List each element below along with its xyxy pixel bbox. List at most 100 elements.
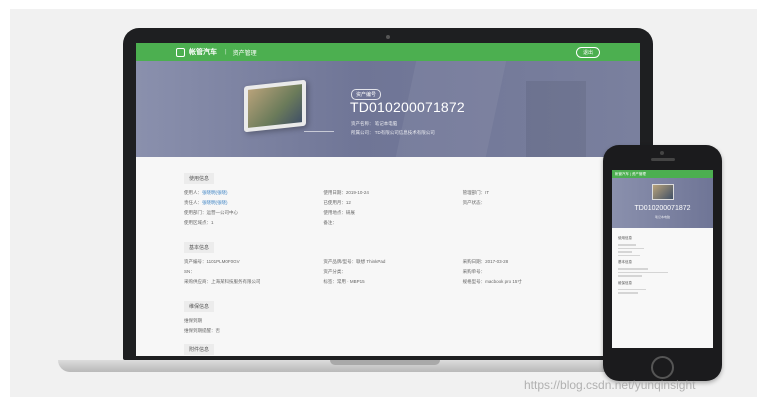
field-cell: 标签：常用 · MBP15 [323, 279, 454, 285]
field-value: macbook pro 15寸 [485, 279, 522, 284]
field-label: 使用地点： [323, 210, 346, 215]
basic-fields-grid: 资产编号：1101PLM0F0GV 资产品牌/型号：联想 ThinkPad 采购日期… [184, 259, 594, 285]
field-label: 使用部门： [184, 210, 207, 215]
watermark-url: https://blog.csdn.net/yunqinsight [524, 378, 696, 392]
field-label: 资产编号： [184, 259, 207, 264]
field-cell: 管理部门：IT [463, 190, 594, 196]
phone-content: 使用信息 基本信息 维保信息 [612, 228, 713, 300]
phone-text-line [618, 292, 638, 294]
field-cell: 备注： [323, 220, 454, 226]
brand-name: 帐管汽车 [189, 49, 217, 56]
field-cell: 资产品牌/型号：联想 ThinkPad [323, 259, 454, 265]
phone-speaker [651, 158, 675, 161]
nav-title[interactable]: 资产管理 [233, 48, 257, 57]
field-label: 规格型号： [462, 279, 486, 284]
maintenance-row: 维保到期提醒：否 [184, 328, 220, 333]
asset-detail-content: 使用信息 使用人：张晓明(张晓) 使用日期：2019-10-24 管理部门：IT 责任… [184, 167, 594, 356]
field-label: 使用日期： [323, 190, 346, 195]
field-cell: 采购日期：2017-03-28 [463, 259, 594, 265]
phone-section-title: 使用信息 [618, 236, 632, 240]
phone-text-line [618, 254, 640, 256]
phone-text-line [618, 288, 646, 290]
field-value: 运营一公司中心 [206, 210, 239, 215]
phone-app-header: 帐管汽车 | 资产管理 [612, 170, 713, 178]
field-value: 常用 · MBP15 [336, 279, 365, 284]
field-label: 使用区域点： [184, 220, 211, 225]
phone-home-button[interactable] [651, 356, 674, 379]
field-label: 已使用月： [323, 200, 346, 205]
laptop-screen: 帐管汽车 | 资产管理 退出 资产编号 TD010200071872 资产名称：… [136, 43, 640, 356]
laptop-camera [386, 35, 390, 39]
field-cell: 采购单号： [463, 269, 594, 275]
section-title: 基本信息 [184, 242, 215, 253]
field-cell: 责任人：张晓明(张晓) [184, 200, 315, 206]
field-cell: SN： [184, 269, 315, 275]
field-value: 12 [345, 200, 351, 205]
logout-button[interactable]: 退出 [575, 46, 600, 58]
phone-text-line [618, 268, 648, 270]
field-label: 资产分类： [323, 269, 346, 274]
logo-icon [176, 47, 185, 57]
field-cell: 采购供应商：上海某科技服务有限公司 [184, 279, 315, 285]
asset-company-meta: 所属公司： TD有限公司信息技术有限公司 [351, 130, 435, 135]
field-label: 资产状态： [462, 200, 486, 205]
phone-asset-id: TD010200071872 [634, 205, 691, 212]
phone-text-line [618, 271, 668, 273]
field-label: 责任人： [184, 200, 202, 205]
field-value: 2019-10-24 [345, 190, 369, 195]
asset-id-title: TD010200071872 [350, 99, 465, 115]
field-value[interactable]: 张晓明(张晓) [202, 200, 228, 205]
phone-section-title: 维保信息 [618, 280, 632, 285]
section-title: 维保信息 [184, 301, 215, 312]
section-basic: 基本信息 资产编号：1101PLM0F0GV 资产品牌/型号：联想 ThinkPa… [184, 236, 594, 285]
field-cell: 已使用月：12 [323, 200, 454, 206]
phone-text-line [618, 247, 644, 249]
field-value: IT [485, 190, 490, 195]
phone-screen: 帐管汽车 | 资产管理 TD010200071872 笔记本电脑 使用信息 基本… [612, 170, 713, 348]
phone-mockup: 帐管汽车 | 资产管理 TD010200071872 笔记本电脑 使用信息 基本… [603, 145, 722, 381]
field-label: 采购供应商： [184, 279, 211, 284]
section-usage: 使用信息 使用人：张晓明(张晓) 使用日期：2019-10-24 管理部门：IT 责任… [184, 167, 594, 226]
field-cell [463, 210, 594, 216]
hero-background-shape [526, 81, 586, 157]
app-header: 帐管汽车 | 资产管理 退出 [136, 43, 640, 61]
phone-asset-meta: 笔记本电脑 [654, 215, 670, 219]
field-label: 资产品牌/型号： [323, 259, 357, 264]
field-label: 采购日期： [462, 259, 486, 264]
hero-divider [304, 131, 334, 132]
usage-fields-grid: 使用人：张晓明(张晓) 使用日期：2019-10-24 管理部门：IT 责任人：张晓明… [184, 190, 594, 226]
field-cell: 使用人：张晓明(张晓) [184, 190, 315, 196]
laptop-notch [330, 360, 440, 365]
laptop-product-image [244, 79, 306, 133]
phone-section-title: 基本信息 [618, 260, 632, 264]
field-cell: 资产状态： [463, 200, 594, 206]
section-title: 使用信息 [184, 173, 215, 184]
field-value: 1 [211, 220, 214, 225]
field-cell: 资产分类： [323, 269, 454, 275]
field-label: 标签： [323, 279, 337, 284]
nav-separator: | [225, 49, 227, 55]
field-cell: 使用区域点：1 [184, 220, 315, 226]
field-label: 采购单号： [462, 269, 486, 274]
field-label: 管理部门： [462, 190, 486, 195]
field-value: 1101PLM0F0GV [206, 259, 240, 264]
field-label: SN： [184, 269, 195, 274]
laptop-product-screen [248, 84, 302, 128]
maintenance-row: 维保到期 [184, 318, 202, 323]
field-cell [463, 220, 594, 226]
phone-camera [660, 151, 664, 155]
phone-text-line [618, 244, 636, 246]
field-cell: 规格型号：macbook pro 15寸 [463, 279, 594, 285]
field-value: 研展 [345, 210, 355, 215]
phone-hero-banner: TD010200071872 笔记本电脑 [612, 178, 713, 228]
phone-text-line [618, 251, 632, 253]
field-label: 使用人： [184, 190, 202, 195]
section-title: 附件信息 [184, 344, 215, 355]
section-maintenance: 维保信息 维保到期 维保到期提醒：否 [184, 295, 594, 334]
phone-laptop-image [652, 184, 674, 200]
field-value: 上海某科技服务有限公司 [211, 279, 261, 284]
field-cell: 使用地点：研展 [323, 210, 454, 216]
field-value: 联想 ThinkPad [356, 259, 386, 264]
laptop-mockup: 帐管汽车 | 资产管理 退出 资产编号 TD010200071872 资产名称：… [123, 28, 653, 360]
field-value[interactable]: 张晓明(张晓) [202, 190, 228, 195]
